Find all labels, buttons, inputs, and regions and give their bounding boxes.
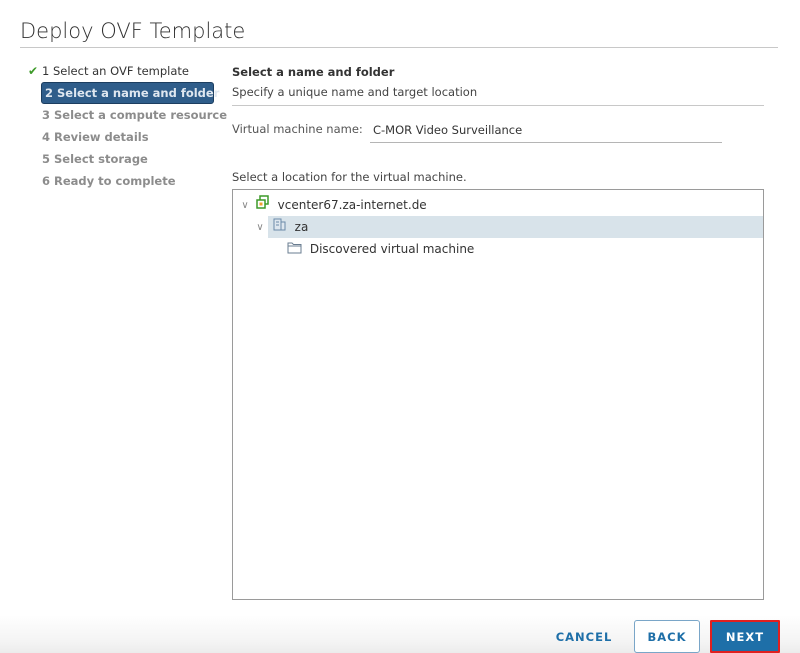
step-label: 6 Ready to complete: [42, 174, 176, 188]
vm-name-input[interactable]: [370, 118, 722, 143]
step-label: 3 Select a compute resource: [42, 108, 228, 122]
step-5: 5 Select storage: [28, 148, 218, 170]
back-button[interactable]: BACK: [634, 620, 700, 653]
step-label: 5 Select storage: [42, 152, 148, 166]
section-subtitle: Specify a unique name and target locatio…: [232, 85, 478, 99]
step-label: 1 Select an OVF template: [42, 64, 189, 78]
checkmark-icon: ✔: [28, 64, 39, 78]
section-title: Select a name and folder: [232, 65, 395, 79]
step-4: 4 Review details: [28, 126, 218, 148]
folder-icon: [287, 239, 302, 261]
location-label: Select a location for the virtual machin…: [232, 170, 467, 184]
tree-node-label: Discovered virtual machine: [309, 242, 475, 256]
tree-node-datacenter[interactable]: ∨ za: [256, 216, 763, 239]
cancel-button[interactable]: CANCEL: [548, 620, 620, 653]
step-label: 4 Review details: [42, 130, 149, 144]
chevron-down-icon[interactable]: ∨: [239, 195, 251, 217]
step-6: 6 Ready to complete: [28, 170, 218, 192]
tree-node-folder[interactable]: Discovered virtual machine: [287, 238, 474, 260]
location-tree[interactable]: ∨ vcenter67.za-internet.de ∨ za Discover…: [232, 189, 764, 600]
dialog-title: Deploy OVF Template: [20, 19, 246, 43]
title-divider: [20, 47, 778, 48]
vm-name-label: Virtual machine name:: [232, 122, 363, 136]
datacenter-icon: [272, 217, 287, 239]
step-2[interactable]: 2 Select a name and folder: [41, 82, 219, 104]
wizard-steps: ✔ 1 Select an OVF template 2 Select a na…: [28, 60, 227, 192]
step-content: Select a name and folder Specify a uniqu…: [232, 60, 764, 148]
step-label: 2 Select a name and folder: [45, 86, 220, 100]
step-1[interactable]: ✔ 1 Select an OVF template: [28, 60, 218, 82]
vcenter-icon: [255, 194, 270, 217]
chevron-down-icon[interactable]: ∨: [254, 217, 266, 239]
tree-node-label: vcenter67.za-internet.de: [277, 198, 427, 212]
step-3: 3 Select a compute resource: [28, 104, 227, 126]
section-divider: [232, 105, 764, 106]
next-button[interactable]: NEXT: [710, 620, 780, 653]
vm-name-row: Virtual machine name:: [232, 118, 764, 148]
tree-node-vcenter[interactable]: ∨ vcenter67.za-internet.de: [239, 194, 427, 216]
tree-node-label: za: [294, 220, 309, 234]
